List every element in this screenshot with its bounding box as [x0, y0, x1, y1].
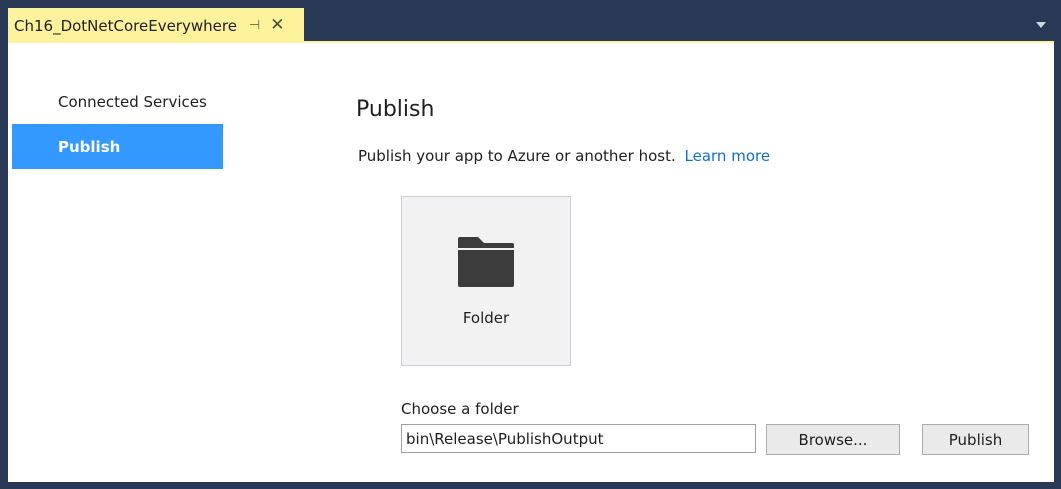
- page-title: Publish: [356, 97, 435, 122]
- document-tab-bar: Ch16_DotNetCoreEverywhere ⊣ ✕: [8, 8, 1054, 43]
- folder-icon: [458, 237, 514, 287]
- document-tab[interactable]: Ch16_DotNetCoreEverywhere ⊣ ✕: [8, 8, 304, 43]
- learn-more-link[interactable]: Learn more: [685, 147, 771, 165]
- sidebar-item-connected-services[interactable]: Connected Services: [12, 79, 223, 124]
- browse-button[interactable]: Browse...: [766, 424, 900, 455]
- page-subtitle: Publish your app to Azure or another hos…: [358, 147, 770, 165]
- publish-button[interactable]: Publish: [922, 424, 1029, 455]
- folder-tile-label: Folder: [462, 309, 510, 327]
- close-icon[interactable]: ✕: [270, 17, 284, 34]
- folder-path-input[interactable]: [401, 424, 756, 453]
- chevron-down-icon[interactable]: [1036, 22, 1046, 28]
- publish-page: Connected Services Publish Publish Publi…: [8, 43, 1054, 482]
- sidebar: Connected Services Publish: [12, 79, 223, 169]
- sidebar-item-label: Connected Services: [58, 92, 207, 111]
- folder-target-tile[interactable]: Folder: [401, 196, 571, 366]
- pin-icon[interactable]: ⊣: [249, 19, 260, 32]
- document-tab-title: Ch16_DotNetCoreEverywhere: [14, 16, 237, 35]
- choose-folder-label: Choose a folder: [401, 400, 519, 418]
- sidebar-item-publish[interactable]: Publish: [12, 124, 223, 169]
- sidebar-item-label: Publish: [58, 137, 121, 156]
- subtitle-text: Publish your app to Azure or another hos…: [358, 147, 676, 165]
- window-frame: Ch16_DotNetCoreEverywhere ⊣ ✕ Connected …: [0, 0, 1061, 489]
